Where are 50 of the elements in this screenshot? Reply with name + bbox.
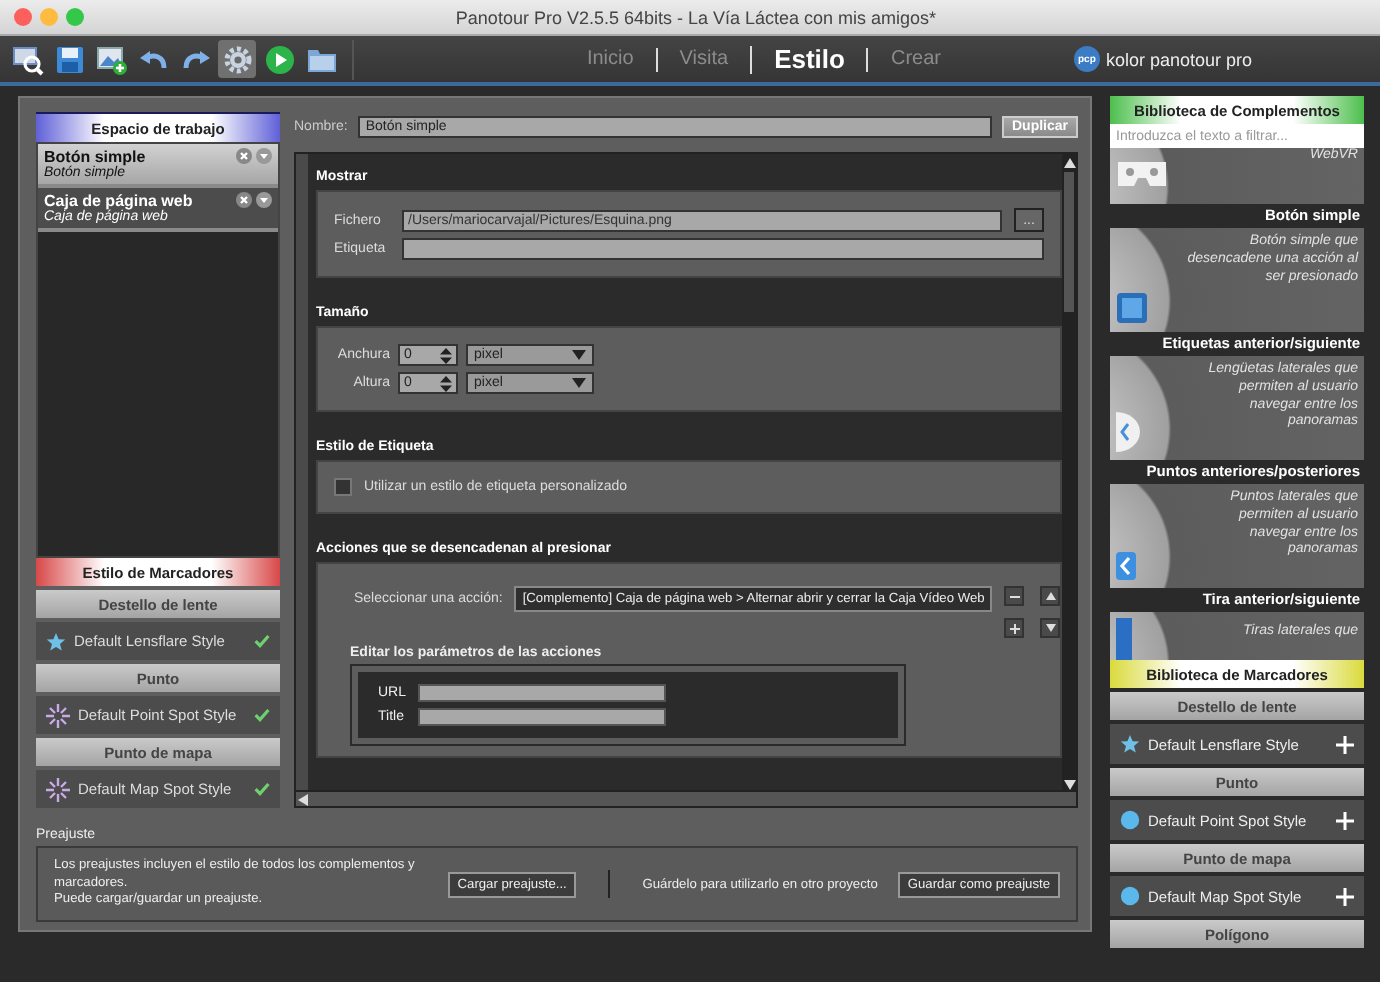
caret-down-icon (572, 378, 586, 388)
plus-icon[interactable] (1336, 887, 1354, 905)
vertical-scrollbar[interactable] (1062, 154, 1076, 791)
horizontal-scrollbar[interactable] (296, 790, 1076, 807)
toolbar-button[interactable] (260, 40, 298, 78)
side-tab-icon (1116, 412, 1140, 452)
star-icon (1120, 734, 1140, 754)
text-field[interactable] (418, 684, 666, 702)
nav-tab[interactable]: Estilo (750, 45, 867, 73)
square-button-icon (1116, 292, 1148, 324)
sparkle-icon (46, 703, 70, 728)
play-icon (263, 43, 295, 75)
add-image-icon (95, 43, 127, 75)
text-field[interactable] (418, 708, 666, 726)
save-icon (53, 43, 85, 75)
add-button[interactable] (1004, 618, 1025, 638)
caret-up-icon (1045, 592, 1056, 600)
side-strip-icon (1116, 618, 1132, 660)
move-up-button[interactable] (1040, 586, 1061, 606)
dot-icon (1120, 886, 1140, 906)
caret-left-icon (298, 793, 308, 806)
text-field[interactable] (402, 238, 1044, 260)
logo-text: kolor panotour pro (1105, 49, 1252, 69)
close-icon[interactable] (236, 192, 252, 208)
minus-icon (1009, 591, 1020, 601)
side-tab-icon (1116, 552, 1136, 580)
caret-down-icon (1045, 624, 1056, 632)
check-icon (254, 634, 270, 649)
caret-down-icon (572, 350, 586, 360)
check-icon (254, 708, 270, 723)
window-title: Panotour Pro V2.5.5 64bits - La Vía Láctea con mis amigos* (453, 7, 939, 27)
stepper-icon (440, 347, 452, 363)
vr-headset-icon (1116, 160, 1168, 192)
remove-button[interactable] (1004, 586, 1025, 606)
settings-icon (221, 43, 253, 75)
plus-icon[interactable] (1336, 811, 1354, 829)
pano-search-icon (11, 43, 43, 75)
sparkle-icon (46, 777, 70, 802)
checkbox[interactable] (334, 478, 352, 496)
stepper-icon (440, 375, 452, 391)
plus-icon (1009, 623, 1020, 633)
star-icon (46, 631, 66, 652)
caret-up-icon (1063, 158, 1075, 168)
move-down-button[interactable] (1040, 618, 1061, 638)
item-title: Botón simple (44, 148, 148, 166)
dot-icon (1120, 810, 1140, 830)
check-icon (254, 782, 270, 797)
caret-down-icon[interactable] (256, 192, 272, 208)
plus-icon[interactable] (1336, 735, 1354, 753)
item-title: Caja de página web (44, 192, 195, 210)
